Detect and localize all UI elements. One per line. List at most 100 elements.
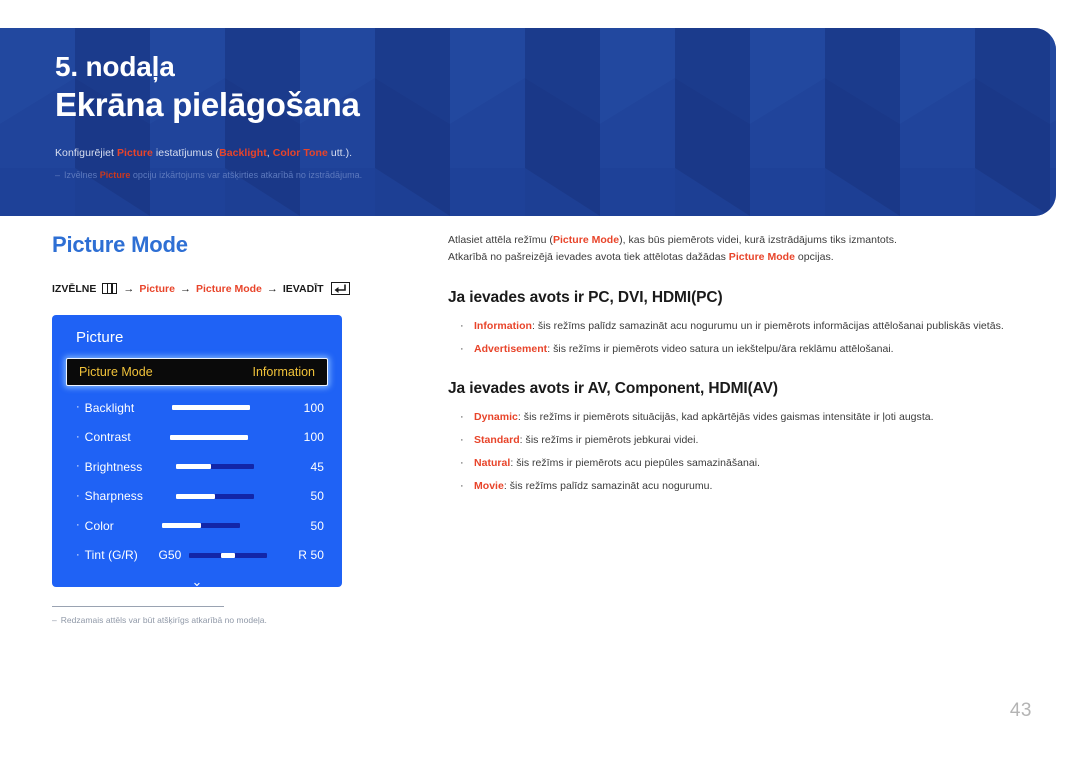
banner-note-dash: ‒ (55, 169, 61, 180)
osd-row-backlight[interactable]: · Backlight 100 (66, 393, 328, 423)
osd-row-color-value: 50 (310, 518, 324, 533)
intro-line-1: Atlasiet attēla režīmu (Picture Mode), k… (448, 232, 1028, 249)
banner-subtitle: Konfigurējiet Picture iestatījumus (Back… (55, 147, 1056, 159)
tint-slider[interactable] (189, 552, 268, 558)
footnote-divider (52, 606, 224, 607)
banner-subtitle-picture: Picture (117, 146, 153, 159)
bullet-term: Movie (474, 479, 504, 492)
intro-1-post: ), kas būs piemērots videi, kurā izstrād… (619, 234, 897, 246)
banner-note: ‒ Izvēlnes Picture opciju izkārtojums var… (55, 170, 1056, 180)
enter-arrow-glyph (334, 284, 346, 293)
bullet-dot-icon: · (76, 460, 80, 473)
breadcrumb-menu-label: IZVĒLNE (52, 282, 97, 295)
bullet-desc: : šis režīms ir piemērots situācijās, ka… (517, 410, 934, 423)
banner-subtitle-backlight: Backlight (219, 146, 267, 159)
osd-row-backlight-label: Backlight (84, 400, 135, 415)
breadcrumb-enter-label: IEVADĪT (282, 282, 324, 295)
list-item: · Information: šis režīms palīdz samazin… (448, 318, 1028, 335)
breadcrumb: IZVĒLNE → Picture → Picture Mode → IEVAD… (52, 282, 412, 295)
osd-row-sharpness[interactable]: · Sharpness 50 (66, 482, 328, 512)
footnote-dash: ‒ (52, 615, 57, 625)
osd-row-tint-right-value: R 50 (298, 548, 324, 563)
chapter-title: Ekrāna pielāgošana (55, 86, 360, 124)
banner-note-picture: Picture (99, 169, 131, 180)
banner-note-pre: Izvēlnes (64, 169, 100, 180)
osd-row-list: Picture Mode Information · Backlight 100… (66, 358, 328, 588)
bullet-dot-icon: · (76, 489, 80, 502)
osd-row-sharpness-slider-wrap (143, 493, 288, 499)
bullet-term: Dynamic (474, 410, 518, 423)
enter-key-icon (330, 282, 350, 295)
osd-row-tint[interactable]: · Tint (G/R) G50 R 50 (66, 541, 328, 571)
page-title: Picture Mode (52, 232, 188, 257)
bullet-text: Advertisement: šis režīms ir piemērots v… (474, 341, 1028, 358)
bullet-dot-icon: · (460, 342, 464, 355)
banner-subtitle-mid: iestatījumus ( (152, 146, 220, 159)
contrast-slider[interactable] (170, 434, 249, 440)
backlight-slider[interactable] (172, 405, 251, 411)
bullet-dot-icon: · (76, 548, 80, 561)
osd-row-picture-mode-value: Information (252, 365, 315, 379)
banner-subtitle-post: utt.). (327, 146, 353, 159)
intro-1-pre: Atlasiet attēla režīmu ( (448, 234, 553, 246)
list-item: · Natural: šis režīms ir piemērots acu p… (448, 455, 1028, 472)
page-number: 43 (1009, 700, 1032, 721)
bullet-term: Advertisement (474, 342, 548, 355)
osd-row-backlight-slider-wrap (134, 405, 288, 411)
bullet-desc: : šis režīms ir piemērots acu piepūles s… (510, 456, 760, 469)
osd-row-color[interactable]: · Color 50 (66, 511, 328, 541)
intro-1-picture-mode: Picture Mode (552, 234, 620, 246)
osd-row-contrast-slider-wrap (131, 434, 288, 440)
bullet-dot-icon: · (460, 410, 464, 423)
bullet-dot-icon: · (460, 433, 464, 446)
bullet-text: Information: šis režīms palīdz samazināt… (474, 318, 1028, 335)
breadcrumb-arrow-3: → (266, 282, 278, 295)
section-heading-av: Ja ievades avots ir AV, Component, HDMI(… (448, 379, 778, 397)
intro-2-picture-mode: Picture Mode (728, 251, 795, 264)
footnote: ‒ Redzamais attēls var būt atšķirīgs atka… (52, 606, 392, 625)
footnote-text: ‒ Redzamais attēls var būt atšķirīgs atka… (52, 615, 392, 625)
right-column: Atlasiet attēla režīmu (Picture Mode), k… (448, 232, 1028, 501)
menu-grid-icon (102, 283, 118, 294)
bullet-desc: : šis režīms ir piemērots jebkurai videi… (519, 433, 699, 446)
osd-row-contrast-label: Contrast (84, 430, 131, 445)
bullet-text: Movie: šis režīms palīdz samazināt acu n… (474, 478, 1028, 495)
osd-picture-menu[interactable]: Picture Picture Mode Information · Backl… (52, 315, 342, 588)
sharpness-slider[interactable] (176, 493, 255, 499)
osd-row-sharpness-value: 50 (310, 489, 324, 504)
breadcrumb-arrow-1: → (123, 282, 135, 295)
bullet-term: Natural (474, 456, 511, 469)
intro-line-2: Atkarībā no pašreizējā ievades avota tie… (448, 249, 1028, 266)
osd-row-brightness-slider-wrap (142, 464, 288, 470)
intro-2-pre: Atkarībā no pašreizējā ievades avota tie… (448, 251, 729, 264)
bullet-dot-icon: · (460, 456, 464, 469)
bullet-term: Information (474, 319, 532, 332)
osd-title: Picture (76, 329, 124, 346)
chevron-down-icon[interactable]: ⌄ (66, 575, 328, 588)
footnote-body: Redzamais attēls var būt atšķirīgs atkar… (60, 615, 267, 625)
osd-row-color-slider-wrap (114, 523, 288, 529)
color-slider[interactable] (161, 523, 240, 529)
osd-row-contrast[interactable]: · Contrast 100 (66, 423, 328, 453)
brightness-slider[interactable] (176, 464, 255, 470)
list-item: · Advertisement: šis režīms ir piemērots… (448, 341, 1028, 358)
osd-row-tint-slider-wrap: G50 (138, 548, 288, 562)
section-heading-pc: Ja ievades avots ir PC, DVI, HDMI(PC) (448, 288, 723, 306)
osd-row-sharpness-label: Sharpness (84, 489, 143, 504)
bullet-text: Natural: šis režīms ir piemērots acu pie… (474, 455, 1028, 472)
osd-row-picture-mode[interactable]: Picture Mode Information (66, 358, 328, 386)
chapter-number: 5. nodaļa (55, 51, 175, 82)
osd-row-tint-left-value: G50 (158, 548, 182, 563)
osd-row-tint-label: Tint (G/R) (84, 548, 138, 563)
chapter-banner: 5. nodaļa Ekrāna pielāgošana Konfigurēji… (0, 28, 1056, 216)
bullet-dot-icon: · (460, 319, 464, 332)
bullet-dot-icon: · (76, 401, 80, 414)
osd-row-backlight-value: 100 (303, 400, 324, 415)
banner-subtitle-pre: Konfigurējiet (55, 146, 117, 159)
bullet-dot-icon: · (460, 479, 464, 492)
bullet-desc: : šis režīms palīdz samazināt acu noguru… (531, 319, 1004, 332)
osd-row-brightness[interactable]: · Brightness 45 (66, 452, 328, 482)
bullet-dot-icon: · (76, 519, 80, 532)
osd-row-picture-mode-label: Picture Mode (79, 365, 153, 379)
bullet-text: Standard: šis režīms ir piemērots jebkur… (474, 432, 1028, 449)
